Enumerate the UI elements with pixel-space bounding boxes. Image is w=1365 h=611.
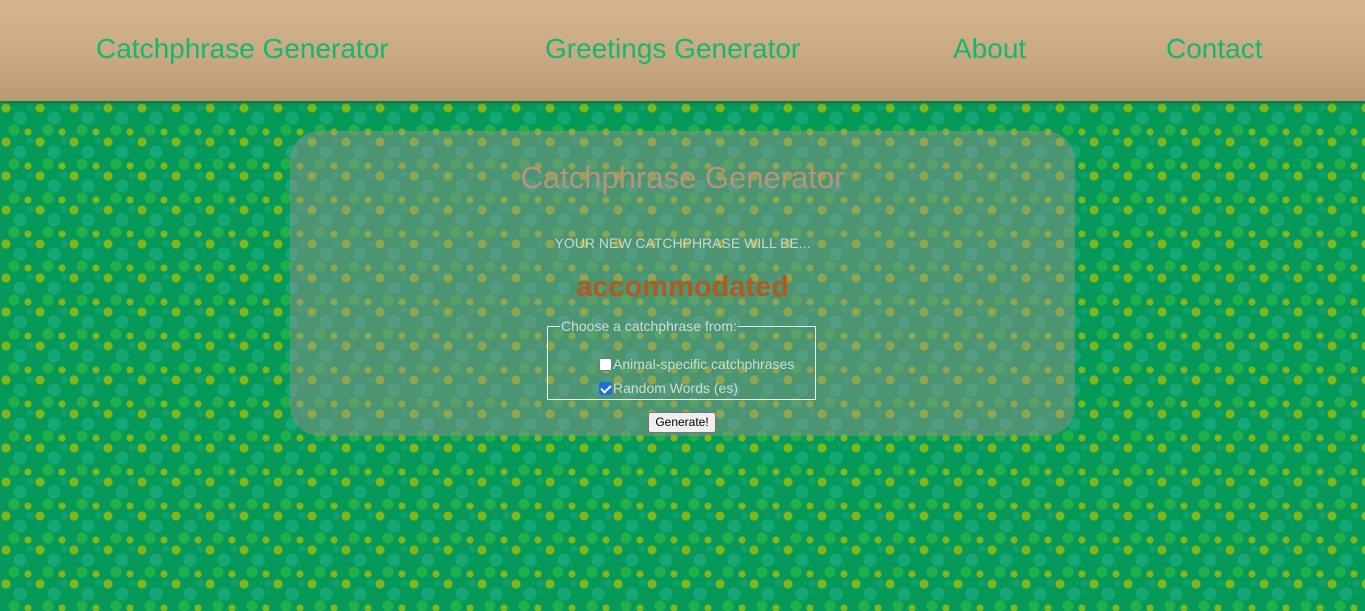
top-navbar: Catchphrase Generator Greetings Generato… (0, 0, 1365, 101)
nav-link-catchphrase-generator[interactable]: Catchphrase Generator (96, 31, 389, 67)
generate-button[interactable]: Generate! (648, 412, 716, 433)
generator-card: Catchphrase Generator YOUR NEW CATCHPHRA… (290, 131, 1075, 436)
nav-link-greetings-generator[interactable]: Greetings Generator (545, 31, 800, 67)
random-words-label: Random Words (es) (613, 380, 739, 396)
option-random-words[interactable]: Random Words (es) (599, 379, 738, 397)
nav-link-about[interactable]: About (953, 31, 1026, 67)
catchphrase-source-fieldset: Choose a catchphrase from: Animal-specif… (547, 318, 816, 400)
result-caption: YOUR NEW CATCHPHRASE WILL BE... (554, 235, 811, 251)
animal-specific-checkbox[interactable] (599, 357, 612, 371)
random-words-checkbox[interactable] (599, 381, 612, 395)
nav-link-contact[interactable]: Contact (1166, 31, 1263, 67)
option-animal-specific[interactable]: Animal-specific catchphrases (599, 355, 794, 373)
page-title: Catchphrase Generator (520, 160, 845, 195)
generated-catchphrase: accommodated (576, 271, 789, 303)
fieldset-legend: Choose a catchphrase from: (561, 318, 737, 334)
animal-specific-label: Animal-specific catchphrases (613, 356, 795, 372)
